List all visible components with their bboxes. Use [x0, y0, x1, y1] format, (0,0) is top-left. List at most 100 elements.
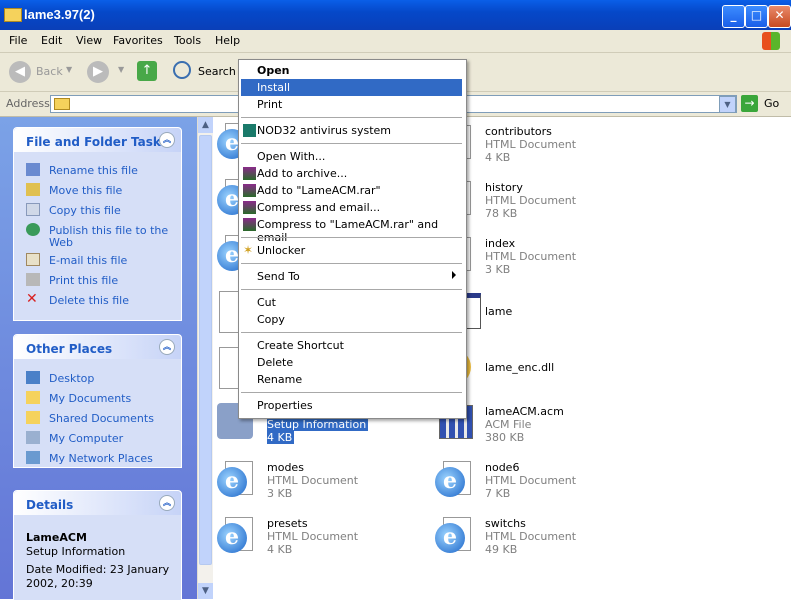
- nod32-icon: [243, 124, 256, 137]
- vertical-scrollbar[interactable]: ▲ ▼: [197, 117, 213, 599]
- printer-icon: [26, 273, 40, 286]
- ie-document-icon: e: [435, 517, 471, 553]
- documents-folder-icon: [26, 391, 40, 404]
- back-arrow-icon[interactable]: ◀: [9, 61, 31, 83]
- submenu-arrow-icon: [452, 271, 456, 279]
- details-type: Setup Information: [26, 545, 126, 558]
- address-dropdown-icon[interactable]: ▼: [719, 96, 736, 113]
- menu-separator: [241, 237, 462, 238]
- menu-bar: File Edit View Favorites Tools Help: [0, 30, 791, 53]
- task-copy[interactable]: Copy this file: [14, 201, 181, 221]
- go-arrow-icon[interactable]: →: [741, 95, 758, 112]
- panel-header[interactable]: File and Folder Tasks ︽: [14, 128, 181, 152]
- menu-item-rename[interactable]: Rename: [241, 371, 462, 388]
- winrar-icon: [243, 201, 256, 214]
- menu-item-open[interactable]: Open: [241, 62, 462, 79]
- computer-icon: [26, 431, 40, 444]
- menu-item-nod32[interactable]: NOD32 antivirus system: [241, 122, 462, 139]
- menu-item-delete[interactable]: Delete: [241, 354, 462, 371]
- task-pane: File and Folder Tasks ︽ Rename this file…: [0, 117, 197, 601]
- menu-item-send-to[interactable]: Send To: [241, 268, 462, 285]
- shared-folder-icon: [26, 411, 40, 424]
- file-folder-tasks-panel: File and Folder Tasks ︽ Rename this file…: [13, 127, 182, 321]
- menu-separator: [241, 117, 462, 118]
- task-rename[interactable]: Rename this file: [14, 161, 181, 181]
- network-icon: [26, 451, 40, 464]
- context-menu: Open Install Print NOD32 antivirus syste…: [238, 59, 467, 419]
- details-modified-time: 2002, 20:39: [26, 577, 93, 590]
- collapse-chevron-icon[interactable]: ︽: [159, 132, 175, 148]
- menu-item-compress-email[interactable]: Compress and email...: [241, 199, 462, 216]
- scroll-down-icon[interactable]: ▼: [198, 583, 213, 599]
- winrar-icon: [243, 167, 256, 180]
- place-shared-documents[interactable]: Shared Documents: [14, 409, 181, 429]
- collapse-chevron-icon[interactable]: ︽: [159, 495, 175, 511]
- menu-item-cut[interactable]: Cut: [241, 294, 462, 311]
- search-icon[interactable]: [173, 61, 191, 79]
- menu-item-unlocker[interactable]: ✶ Unlocker: [241, 242, 462, 259]
- task-print[interactable]: Print this file: [14, 271, 181, 291]
- winrar-icon: [243, 218, 256, 231]
- up-folder-icon[interactable]: ↑: [137, 61, 157, 81]
- window-title: lame3.97(2): [24, 7, 95, 22]
- menu-item-open-with[interactable]: Open With...: [241, 148, 462, 165]
- search-button[interactable]: Search: [198, 65, 236, 78]
- panel-header[interactable]: Details ︽: [14, 491, 181, 515]
- email-icon: [26, 253, 40, 266]
- scroll-up-icon[interactable]: ▲: [198, 117, 213, 133]
- delete-x-icon: ✕: [26, 291, 38, 307]
- scroll-thumb[interactable]: [199, 135, 212, 565]
- menu-tools[interactable]: Tools: [174, 34, 201, 47]
- address-label: Address: [6, 97, 50, 110]
- menu-item-add-archive[interactable]: Add to archive...: [241, 165, 462, 182]
- file-item[interactable]: e presets HTML Document 4 KB: [217, 515, 427, 569]
- ie-document-icon: e: [217, 461, 253, 497]
- file-item[interactable]: e modes HTML Document 3 KB: [217, 459, 427, 513]
- panel-title: Details: [26, 498, 74, 512]
- place-desktop[interactable]: Desktop: [14, 369, 181, 389]
- task-email[interactable]: E-mail this file: [14, 251, 181, 271]
- menu-view[interactable]: View: [76, 34, 102, 47]
- minimize-button[interactable]: _: [722, 5, 745, 28]
- menu-help[interactable]: Help: [215, 34, 240, 47]
- forward-dropdown-icon[interactable]: ▼: [118, 65, 124, 74]
- ie-document-icon: e: [435, 461, 471, 497]
- panel-header[interactable]: Other Places ︽: [14, 335, 181, 359]
- unlocker-wand-icon: ✶: [243, 243, 254, 257]
- task-delete[interactable]: ✕ Delete this file: [14, 291, 181, 311]
- forward-arrow-icon[interactable]: ▶: [87, 61, 109, 83]
- task-move[interactable]: Move this file: [14, 181, 181, 201]
- other-places-panel: Other Places ︽ Desktop My Documents Shar…: [13, 334, 182, 468]
- menu-edit[interactable]: Edit: [41, 34, 62, 47]
- menu-item-properties[interactable]: Properties: [241, 397, 462, 414]
- place-network[interactable]: My Network Places: [14, 449, 181, 469]
- menu-item-print[interactable]: Print: [241, 96, 462, 113]
- collapse-chevron-icon[interactable]: ︽: [159, 339, 175, 355]
- menu-item-compress-rar-email[interactable]: Compress to "LameACM.rar" and email: [241, 216, 462, 244]
- menu-file[interactable]: File: [9, 34, 27, 47]
- back-button[interactable]: Back: [36, 65, 63, 78]
- rename-icon: [26, 163, 40, 176]
- menu-separator: [241, 289, 462, 290]
- menu-item-install[interactable]: Install: [241, 79, 462, 96]
- back-dropdown-icon[interactable]: ▼: [66, 65, 72, 74]
- file-item[interactable]: e switchs HTML Document 49 KB: [435, 515, 645, 569]
- maximize-button[interactable]: □: [745, 5, 768, 28]
- folder-icon: [54, 98, 70, 110]
- task-publish[interactable]: Publish this file to the Web: [14, 221, 181, 251]
- panel-title: Other Places: [26, 342, 113, 356]
- file-item[interactable]: e node6 HTML Document 7 KB: [435, 459, 645, 513]
- place-my-computer[interactable]: My Computer: [14, 429, 181, 449]
- menu-favorites[interactable]: Favorites: [113, 34, 163, 47]
- go-button[interactable]: Go: [764, 97, 779, 110]
- title-bar: lame3.97(2) _ □ ✕: [0, 0, 791, 30]
- menu-item-add-rar[interactable]: Add to "LameACM.rar": [241, 182, 462, 199]
- move-icon: [26, 183, 40, 196]
- menu-separator: [241, 332, 462, 333]
- place-my-documents[interactable]: My Documents: [14, 389, 181, 409]
- close-button[interactable]: ✕: [768, 5, 791, 28]
- menu-item-copy[interactable]: Copy: [241, 311, 462, 328]
- windows-logo-icon: [762, 32, 780, 50]
- menu-separator: [241, 392, 462, 393]
- menu-item-create-shortcut[interactable]: Create Shortcut: [241, 337, 462, 354]
